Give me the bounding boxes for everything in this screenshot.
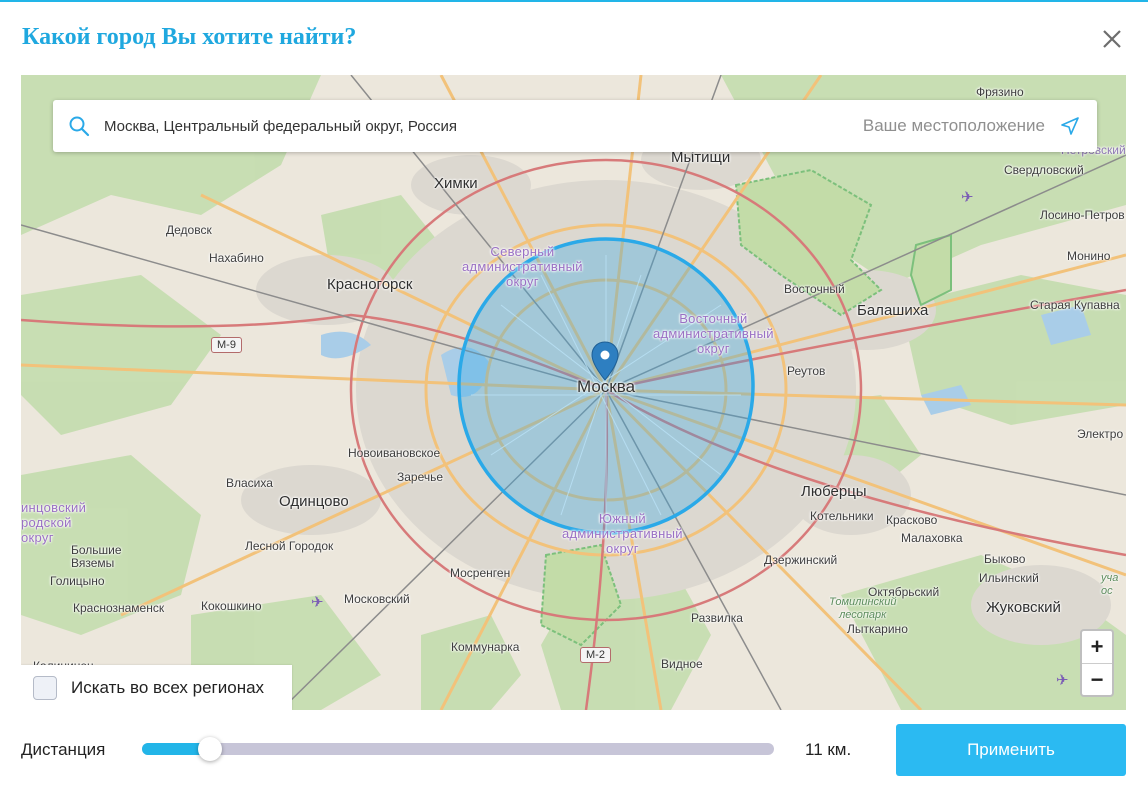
city-search-dialog: Какой город Вы хотите найти? Фрязино Мыт… — [0, 0, 1148, 785]
map-label: Реутов — [787, 364, 826, 378]
all-regions-checkbox[interactable] — [33, 675, 57, 700]
map-label: Восточный — [784, 282, 845, 296]
map-label: Химки — [434, 175, 478, 192]
my-location-button[interactable]: Ваше местоположение — [863, 116, 1045, 136]
all-regions-option[interactable]: Искать во всех регионах — [21, 665, 292, 710]
zoom-out-button[interactable]: − — [1082, 664, 1112, 696]
map-district-label: Северный административный округ — [462, 244, 583, 289]
map-label: Старая Купавна — [1030, 298, 1120, 312]
map-center-label: Москва — [577, 377, 636, 396]
map-label: Мосренген — [450, 566, 511, 580]
map-label: Коммунарка — [451, 640, 520, 654]
map-label: Электро — [1077, 427, 1124, 441]
apply-button[interactable]: Применить — [896, 724, 1126, 776]
close-icon[interactable] — [1100, 27, 1124, 51]
search-icon — [69, 116, 90, 137]
map-label: Красногорск — [327, 276, 413, 293]
map-label: Власиха — [226, 476, 273, 490]
map-label: Лосино-Петров — [1040, 208, 1125, 222]
map-label: Московский — [344, 592, 410, 606]
airport-icon: ✈ — [961, 189, 974, 206]
map-label: Развилка — [691, 611, 743, 625]
map-label: Новоивановское — [348, 446, 441, 460]
map-label: Малаховка — [901, 531, 963, 545]
map-label: Лесной Городок — [245, 539, 334, 553]
map-label: Большие Вяземы — [71, 543, 122, 570]
map-label: Видное — [661, 657, 703, 671]
map-label: Монино — [1067, 249, 1111, 263]
map-label: Люберцы — [801, 483, 867, 500]
road-shield: М-9 — [211, 337, 242, 353]
map-label: Лыткарино — [847, 622, 908, 636]
map-park-label: Томилинский лесопарк — [829, 596, 897, 621]
map-district-label: инцовский родской округ — [21, 500, 87, 545]
airport-icon: ✈ — [311, 594, 324, 611]
map-district-label: Восточный административный округ — [653, 311, 774, 356]
zoom-in-button[interactable]: + — [1082, 631, 1112, 664]
map-label: Кокошкино — [201, 599, 262, 613]
distance-slider-thumb[interactable] — [198, 737, 223, 761]
map-label: Балашиха — [857, 302, 929, 319]
map-view[interactable]: Фрязино Петровский Мытищи Свердловский Х… — [21, 75, 1126, 710]
map-label: Жуковский — [986, 599, 1061, 616]
distance-label: Дистанция — [21, 740, 106, 759]
map-label: Голицыно — [50, 574, 105, 588]
map-label: Краснознаменск — [73, 601, 165, 615]
map-label: Дзержинский — [764, 553, 838, 567]
map-district-label: Южный административный округ — [562, 511, 683, 556]
navigation-arrow-icon[interactable] — [1060, 116, 1080, 136]
all-regions-label: Искать во всех регионах — [71, 677, 265, 697]
zoom-control: + − — [1080, 629, 1114, 697]
airport-icon: ✈ — [1056, 672, 1069, 689]
map-label: Быково — [984, 552, 1026, 566]
map-label: Котельники — [810, 509, 874, 523]
map-park-label: уча ос — [1101, 572, 1119, 597]
map-tiles — [21, 75, 1126, 710]
dialog-title: Какой город Вы хотите найти? — [22, 24, 357, 50]
road-shield: М-2 — [580, 647, 611, 663]
map-label: Одинцово — [279, 493, 349, 510]
distance-slider[interactable] — [142, 737, 774, 761]
search-input[interactable]: Москва, Центральный федеральный округ, Р… — [104, 118, 863, 135]
distance-value: 11 км. — [805, 740, 852, 759]
map-label: Фрязино — [976, 85, 1024, 99]
map-label: Нахабино — [209, 251, 264, 265]
search-bar: Москва, Центральный федеральный округ, Р… — [53, 100, 1097, 152]
map-label: Дедовск — [166, 223, 212, 237]
map-label: Красково — [886, 513, 938, 527]
map-label: Ильинский — [979, 571, 1039, 585]
map-label: Свердловский — [1004, 163, 1084, 177]
map-label: Заречье — [397, 470, 444, 484]
